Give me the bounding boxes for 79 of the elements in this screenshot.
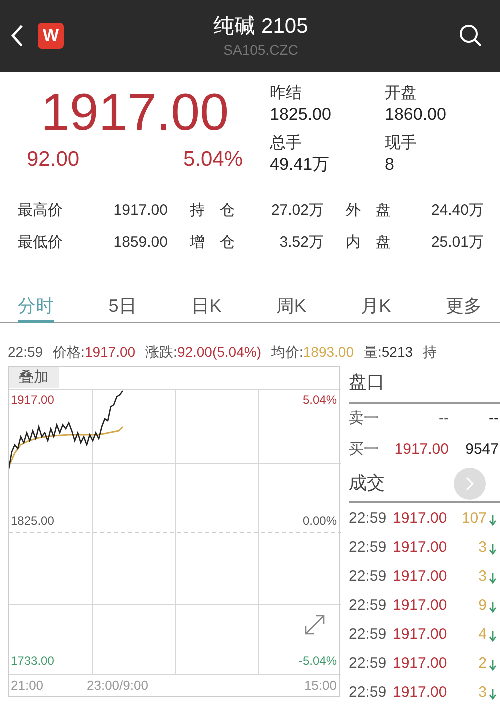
info-text: 持 — [423, 343, 438, 361]
info-item: 量:5213 — [364, 343, 414, 361]
info-item: 涨跌:92.00(5.04%) — [146, 343, 262, 361]
summary-label: 现手 — [385, 134, 418, 154]
chart-tab[interactable]: 5日 — [108, 293, 137, 323]
chart-tab[interactable]: 周K — [276, 293, 306, 323]
stat-value: 27.02万 — [270, 201, 324, 221]
chevron-icon — [465, 476, 475, 491]
stat-value: 3.52万 — [278, 233, 324, 253]
chart-tab[interactable]: 更多 — [446, 293, 482, 323]
stat-value: 24.40万 — [430, 201, 484, 221]
stat-value: 1917.00 — [112, 201, 168, 221]
trade-time: 22:59 — [349, 538, 388, 558]
summary-label: 总手 — [270, 134, 303, 154]
stat-value: 1859.00 — [112, 233, 168, 253]
trade-volume: 4 — [478, 625, 487, 646]
summary-value: 1860.00 — [385, 104, 448, 126]
row-label: 卖一 — [349, 409, 380, 430]
trade-price: 1917.00 — [393, 625, 448, 646]
section-title: 成交 — [349, 472, 385, 496]
trade-price: 1917.00 — [393, 654, 448, 674]
bid-ask-price: 1917.00 — [394, 440, 449, 460]
axis-label: 21:00 — [11, 678, 44, 694]
section-title: 盘口 — [349, 366, 500, 404]
bid-ask-volume: -- — [488, 409, 499, 430]
bid-ask-volume: 9547 — [464, 440, 499, 460]
instrument-code: SA105.CZC — [224, 41, 298, 59]
overlay-button[interactable]: 叠加 — [9, 367, 59, 388]
stat-label: 持 仓 — [189, 201, 236, 221]
summary-label: 昨结 — [270, 84, 303, 104]
trade-time: 22:59 — [349, 509, 388, 530]
trade-volume: 3 — [478, 538, 487, 558]
trade-time: 22:59 — [349, 683, 388, 704]
expand-icon[interactable] — [303, 613, 327, 637]
app-logo[interactable]: W — [38, 23, 64, 49]
axis-label: -5.04% — [298, 654, 337, 668]
axis-label: 1917.00 — [11, 393, 54, 407]
info-item: 价格:1917.00 — [53, 343, 136, 361]
trade-price: 1917.00 — [393, 596, 448, 616]
axis-label: 5.04% — [302, 393, 337, 407]
trade-price: 1917.00 — [393, 567, 448, 588]
trade-volume: 107 — [460, 509, 487, 530]
stat-label: 增 仓 — [189, 233, 236, 253]
stat-label: 最低价 — [18, 233, 64, 253]
trade-volume: 2 — [478, 654, 487, 674]
chart-tab[interactable]: 月K — [361, 293, 392, 323]
stat-value: 25.01万 — [430, 233, 484, 253]
trade-time: 22:59 — [349, 567, 388, 588]
last-price: 1917.00 — [41, 83, 229, 144]
summary-value: 8 — [385, 154, 396, 176]
price-change: 92.00 — [27, 147, 80, 173]
trade-volume: 9 — [478, 596, 487, 616]
percent-change: 5.04% — [183, 147, 243, 173]
trade-price: 1917.00 — [393, 538, 448, 558]
row-label: 买一 — [349, 440, 380, 460]
axis-label: 15:00 — [304, 678, 337, 694]
trade-price: 1917.00 — [393, 509, 448, 530]
summary-label: 开盘 — [385, 84, 418, 104]
trade-volume: 3 — [478, 567, 487, 588]
chart-tab[interactable]: 日K — [192, 293, 222, 323]
search-icon[interactable] — [458, 23, 484, 49]
axis-label: 23:00/9:00 — [87, 678, 148, 694]
stat-label: 最高价 — [18, 201, 64, 221]
summary-value: 1825.00 — [270, 104, 332, 126]
axis-label: 0.00% — [302, 514, 337, 528]
stat-label: 外 盘 — [345, 201, 392, 221]
trade-time: 22:59 — [349, 625, 388, 646]
info-item: 均价:1893.00 — [272, 343, 354, 361]
trade-time: 22:59 — [349, 654, 388, 674]
summary-value: 49.41万 — [270, 154, 331, 176]
axis-label: 1733.00 — [11, 654, 54, 668]
stat-label: 内 盘 — [345, 233, 392, 253]
trade-price: 1917.00 — [393, 683, 448, 704]
bid-ask-price: -- — [438, 409, 449, 430]
page-title: 纯碱 2105 — [214, 14, 308, 40]
trade-volume: 3 — [478, 683, 487, 704]
info-text: 22:59 — [8, 343, 44, 361]
axis-label: 1825.00 — [11, 514, 54, 528]
trade-time: 22:59 — [349, 596, 388, 616]
